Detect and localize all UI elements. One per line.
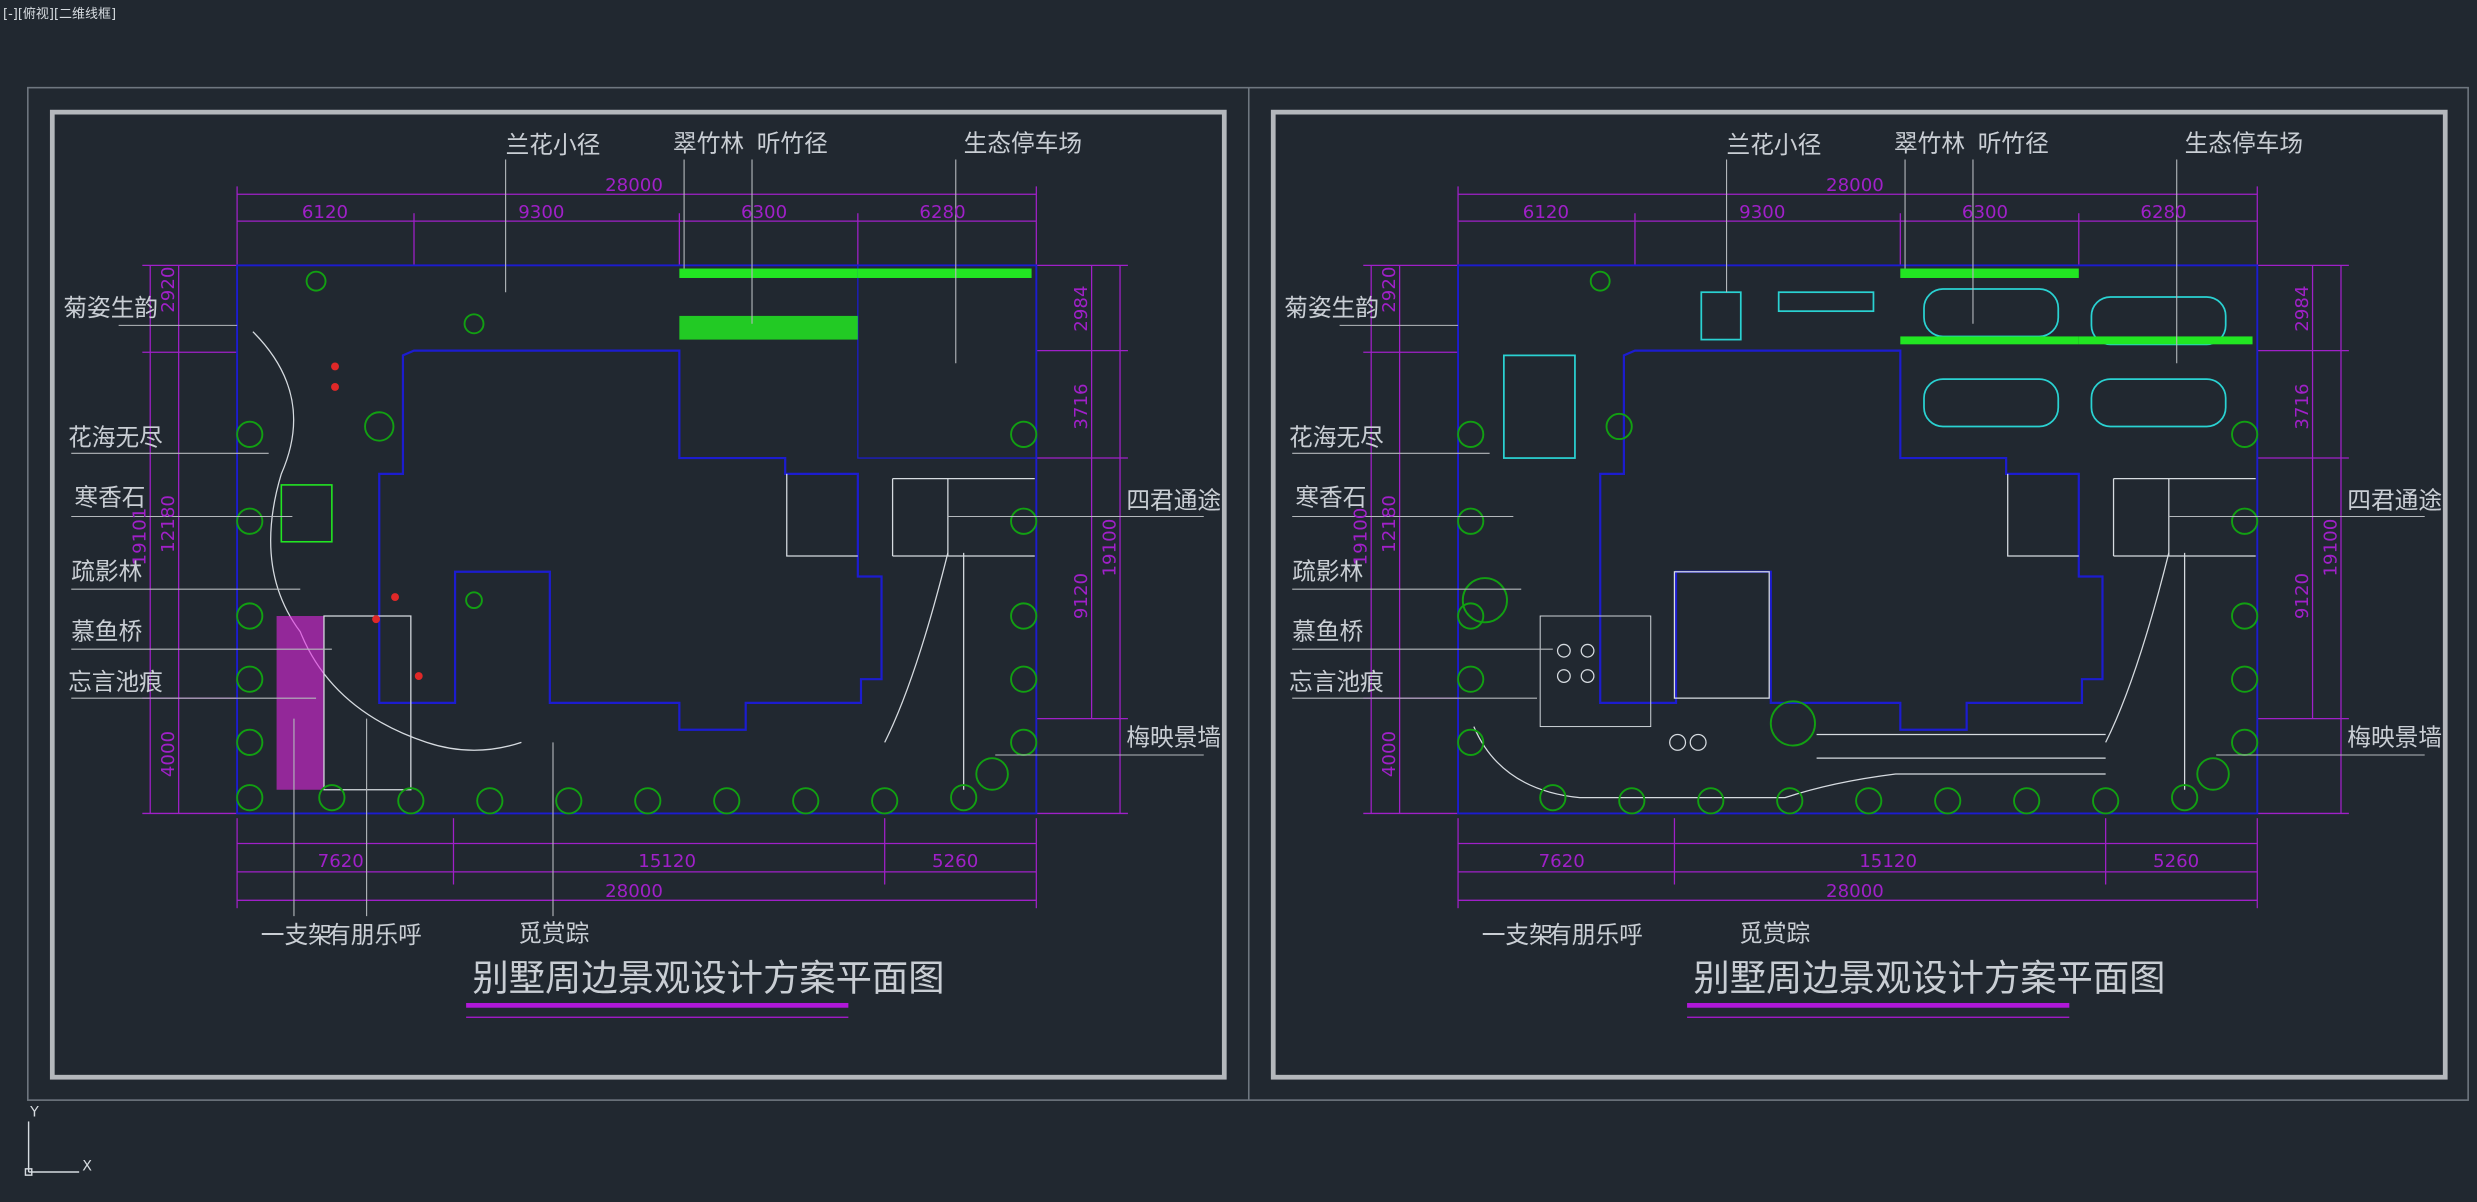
dim-right-part: 2984 <box>2292 285 2313 331</box>
label-sijun-tongtu: 四君通途 <box>1126 487 1221 515</box>
ucs-icon <box>24 1121 80 1176</box>
dim-top-part: 6120 <box>1523 202 1569 223</box>
dim-left-part: 4000 <box>158 731 179 777</box>
dim-top-part: 6300 <box>1962 202 2008 223</box>
label-tingzhu-jing: 听竹径 <box>1978 130 2049 158</box>
label-wangyan-chihen: 忘言池痕 <box>1289 668 1384 696</box>
leader-lines <box>71 159 1204 917</box>
dim-bottom-part: 7620 <box>1539 851 1585 872</box>
dim-left-part: 2920 <box>158 267 179 313</box>
site-plan <box>236 264 1038 815</box>
dim-top-part: 9300 <box>1739 202 1785 223</box>
dim-right-part: 9120 <box>2292 573 2313 619</box>
label-meiying-jingqiang: 梅映景墙 <box>1126 724 1221 752</box>
label-juzi-shengyun: 菊姿生韵 <box>63 294 158 322</box>
dim-right-part: 3716 <box>1071 383 1092 429</box>
dim-right-part: 9120 <box>1071 573 1092 619</box>
dim-top-total: 28000 <box>1826 175 1884 196</box>
bottom-labels: 一支架 有朋乐呼 觅赏踪 <box>1482 919 1811 949</box>
dim-right-part: 3716 <box>2292 383 2313 429</box>
ucs-x-label: X <box>82 1158 92 1174</box>
right-labels: 四君通途 梅映景墙 <box>1126 487 1221 752</box>
label-shengtai-tingchechang: 生态停车场 <box>2185 130 2303 158</box>
top-labels: 兰花小径 翠竹林 听竹径 生态停车场 <box>506 130 1083 160</box>
dim-right-outer: 19100 <box>1099 519 1120 577</box>
label-youpeng-lehu: 有朋乐呼 <box>1548 921 1643 949</box>
dim-bottom-total: 28000 <box>605 881 663 902</box>
drawing-right[interactable]: 菊姿生韵 花海无尽 寒香石 疏影林 慕鱼桥 忘言池痕 兰花小径 翠竹林 听竹径 … <box>1270 109 2448 1080</box>
label-mishang-zong: 觅赏踪 <box>1739 919 1810 947</box>
dim-left-part: 12180 <box>158 495 179 553</box>
dim-top-total: 28000 <box>605 175 663 196</box>
dim-top-part: 9300 <box>518 202 564 223</box>
label-shengtai-tingchechang: 生态停车场 <box>964 130 1082 158</box>
parking-cars <box>1502 288 2227 459</box>
label-yizhijia: 一支架 <box>261 921 332 949</box>
label-juzi-shengyun: 菊姿生韵 <box>1284 294 1379 322</box>
label-lanhua-xiaojing: 兰花小径 <box>506 131 601 159</box>
left-labels: 菊姿生韵 花海无尽 寒香石 疏影林 慕鱼桥 忘言池痕 <box>1284 294 1384 696</box>
dim-top-part: 6280 <box>919 202 965 223</box>
title-underline <box>1687 1002 2070 1008</box>
label-cuizhu-lin: 翠竹林 <box>1894 130 1965 158</box>
drawing-left[interactable]: 菊姿生韵 花海无尽 寒香石 疏影林 慕鱼桥 忘言池痕 兰花小径 翠竹林 听竹径 … <box>49 109 1227 1080</box>
dim-left-outer: 19101 <box>129 508 150 566</box>
label-muyu-qiao: 慕鱼桥 <box>71 618 142 646</box>
label-youpeng-lehu: 有朋乐呼 <box>327 921 422 949</box>
left-labels: 菊姿生韵 花海无尽 寒香石 疏影林 慕鱼桥 忘言池痕 <box>63 294 163 696</box>
label-sijun-tongtu: 四君通途 <box>2347 487 2442 515</box>
dim-left-outer: 19100 <box>1350 508 1371 566</box>
label-mishang-zong: 觅赏踪 <box>518 919 589 947</box>
drawing-title: 别墅周边景观设计方案平面图 <box>472 956 944 999</box>
label-yizhijia: 一支架 <box>1482 921 1553 949</box>
dimension-texts: 28000 6120 9300 6300 6280 7620 15120 526… <box>1350 175 2341 902</box>
dim-bottom-part: 15120 <box>638 851 696 872</box>
drawing-frame <box>49 109 1227 1080</box>
dim-top-part: 6280 <box>2140 202 2186 223</box>
ucs-y-label: Y <box>29 1105 39 1121</box>
label-lanhua-xiaojing: 兰花小径 <box>1727 131 1822 159</box>
dim-left-part: 2920 <box>1379 267 1400 313</box>
dim-left-part: 12180 <box>1379 495 1400 553</box>
drawing-frame <box>1270 109 2448 1080</box>
dim-top-part: 6300 <box>741 202 787 223</box>
label-wangyan-chihen: 忘言池痕 <box>68 668 163 696</box>
site-plan <box>1457 264 2259 815</box>
dim-bottom-part: 7620 <box>318 851 364 872</box>
dim-bottom-part: 5260 <box>2153 851 2199 872</box>
label-cuizhu-lin: 翠竹林 <box>673 130 744 158</box>
title-underline <box>466 1002 849 1008</box>
dim-right-outer: 19100 <box>2320 519 2341 577</box>
dim-top-part: 6120 <box>302 202 348 223</box>
dim-left-part: 4000 <box>1379 731 1400 777</box>
label-meiying-jingqiang: 梅映景墙 <box>2347 724 2442 752</box>
dim-bottom-total: 28000 <box>1826 881 1884 902</box>
dim-bottom-part: 15120 <box>1859 851 1917 872</box>
leader-lines <box>1292 159 2425 756</box>
drawing-title: 别墅周边景观设计方案平面图 <box>1693 956 2165 999</box>
dim-bottom-part: 5260 <box>932 851 978 872</box>
dimension-texts: 28000 6120 9300 6300 6280 7620 15120 526… <box>129 175 1120 902</box>
label-huahai-wujin: 花海无尽 <box>1289 423 1384 451</box>
bottom-labels: 一支架 有朋乐呼 觅赏踪 <box>261 919 590 949</box>
label-muyu-qiao: 慕鱼桥 <box>1292 618 1363 646</box>
top-labels: 兰花小径 翠竹林 听竹径 生态停车场 <box>1727 130 2304 160</box>
dim-right-part: 2984 <box>1071 285 1092 331</box>
cad-drawing-canvas[interactable]: 菊姿生韵 花海无尽 寒香石 疏影林 慕鱼桥 忘言池痕 兰花小径 翠竹林 听竹径 … <box>0 0 2477 1202</box>
label-huahai-wujin: 花海无尽 <box>68 423 163 451</box>
right-labels: 四君通途 梅映景墙 <box>2347 487 2442 752</box>
label-tingzhu-jing: 听竹径 <box>757 130 828 158</box>
